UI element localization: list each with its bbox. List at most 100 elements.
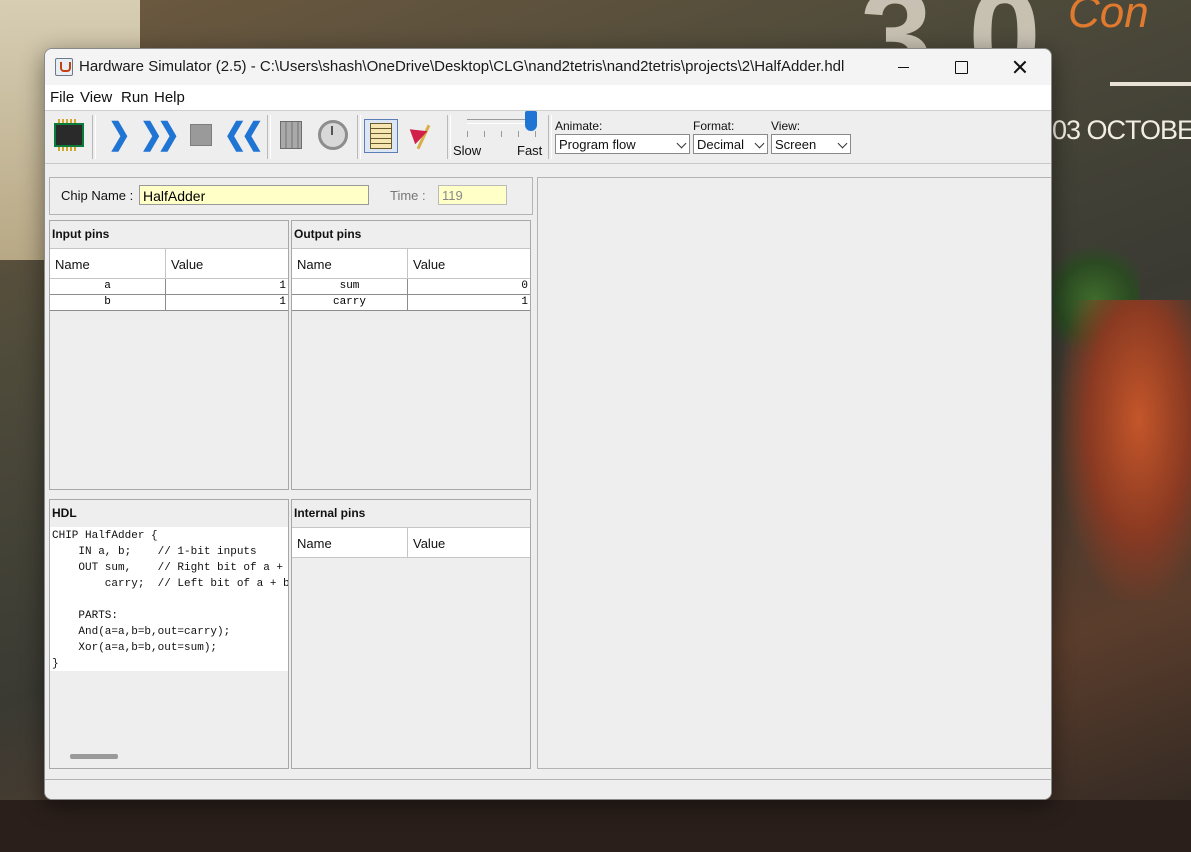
table-row[interactable]: b 1: [50, 295, 288, 311]
speed-fast-label: Fast: [517, 143, 543, 158]
output-pins-title: Output pins: [294, 227, 362, 241]
menu-bar: File View Run Help: [45, 85, 1051, 111]
hdl-horizontal-scrollbar[interactable]: [70, 754, 118, 759]
table-row[interactable]: carry 1: [292, 295, 530, 311]
maximize-button[interactable]: [941, 55, 981, 79]
internal-pins-title: Internal pins: [294, 506, 366, 520]
fast-forward-icon: ❯❯: [139, 118, 180, 151]
bg-floor: [0, 800, 1191, 852]
speed-slow-label: Slow: [453, 143, 482, 158]
table-row[interactable]: sum 0: [292, 279, 530, 295]
hdl-panel: HDL CHIP HalfAdder { IN a, b; // 1-bit i…: [49, 499, 289, 769]
pin-value[interactable]: 1: [166, 296, 286, 308]
screen-panel: [537, 177, 1051, 769]
menu-help[interactable]: Help: [154, 89, 185, 106]
java-app-icon: [55, 58, 73, 76]
toolbar: ❯ ❯❯ ❮❮ Slow Fast Animate: Program flow …: [45, 111, 1051, 164]
stop-button[interactable]: [185, 119, 217, 151]
input-pins-panel: Input pins Name Value a 1 b 1: [49, 220, 289, 490]
status-bar: [45, 779, 1051, 799]
input-pins-table: Name Value a 1 b 1: [50, 248, 288, 311]
menu-run[interactable]: Run: [121, 89, 149, 106]
run-button[interactable]: ❯❯: [139, 118, 180, 151]
view-label: View:: [771, 119, 801, 133]
chip-name-field[interactable]: HalfAdder: [139, 185, 369, 205]
menu-file[interactable]: File: [50, 89, 74, 106]
menu-view[interactable]: View: [80, 89, 112, 106]
left-area: Chip Name : HalfAdder Time : 119 Input p…: [49, 177, 533, 769]
minimize-button[interactable]: [883, 55, 923, 79]
animate-select[interactable]: Program flow: [555, 134, 690, 154]
single-step-icon: ❯: [108, 118, 131, 151]
hardware-simulator-window: Hardware Simulator (2.5) - C:\Users\shas…: [44, 48, 1052, 800]
internal-pins-col-value[interactable]: Value: [413, 536, 445, 551]
clock-button[interactable]: [317, 119, 349, 151]
bg-divider: [1110, 82, 1191, 86]
time-field: 119: [438, 185, 507, 205]
animate-select-value: Program flow: [559, 137, 636, 152]
hdl-title: HDL: [52, 506, 77, 520]
input-pins-col-name[interactable]: Name: [55, 257, 90, 272]
speed-slider-ticks: [467, 131, 537, 137]
format-select[interactable]: Decimal: [693, 134, 768, 154]
toolbar-separator: [447, 115, 451, 159]
chip-icon: [54, 119, 84, 151]
column-divider: [407, 528, 408, 557]
animate-label: Animate:: [555, 119, 603, 133]
chevron-down-icon: [676, 138, 687, 149]
bg-script-text: Con: [1068, 0, 1149, 37]
internal-pins-table: Name Value: [292, 527, 530, 558]
column-divider: [165, 249, 166, 278]
output-pins-col-value[interactable]: Value: [413, 257, 445, 272]
pin-name: b: [104, 296, 111, 308]
breakpoints-button[interactable]: [407, 119, 439, 151]
bg-guitar: [1060, 300, 1191, 600]
title-bar[interactable]: Hardware Simulator (2.5) - C:\Users\shas…: [45, 49, 1051, 85]
column-divider: [407, 249, 408, 278]
window-title: Hardware Simulator (2.5) - C:\Users\shas…: [79, 58, 845, 75]
input-pins-header: Name Value: [50, 248, 288, 279]
maximize-icon: [954, 60, 968, 74]
view-select[interactable]: Screen: [771, 134, 851, 154]
rewind-icon: ❮❮: [223, 118, 264, 151]
output-pins-panel: Output pins Name Value sum 0 carry 1: [291, 220, 531, 490]
output-pins-col-name[interactable]: Name: [297, 257, 332, 272]
internal-pins-header: Name Value: [292, 527, 530, 558]
chip-name-label: Chip Name :: [61, 188, 134, 203]
pin-value[interactable]: 1: [166, 280, 286, 292]
pin-name: sum: [339, 280, 360, 292]
script-button[interactable]: [364, 119, 398, 153]
input-pins-title: Input pins: [52, 227, 110, 241]
pin-name: carry: [332, 296, 366, 308]
table-row[interactable]: a 1: [50, 279, 288, 295]
input-pins-col-value[interactable]: Value: [171, 257, 203, 272]
load-chip-button[interactable]: [53, 119, 85, 151]
chevron-down-icon: [837, 138, 848, 149]
toolbar-separator: [267, 115, 271, 159]
calculator-icon: [280, 121, 302, 149]
bg-date-text: 03 OCTOBE: [1052, 115, 1191, 145]
clock-icon: [318, 120, 348, 150]
toolbar-separator: [92, 115, 96, 159]
close-icon: [1013, 60, 1027, 74]
close-button[interactable]: [1000, 55, 1040, 79]
view-select-value: Screen: [775, 137, 817, 152]
time-label: Time :: [390, 188, 426, 203]
stop-icon: [190, 124, 212, 146]
pin-value: 0: [521, 280, 528, 292]
hdl-code[interactable]: CHIP HalfAdder { IN a, b; // 1-bit input…: [50, 527, 288, 671]
eval-button[interactable]: [275, 119, 307, 151]
pin-name: a: [104, 280, 111, 292]
reset-button[interactable]: ❮❮: [223, 118, 264, 151]
chevron-down-icon: [754, 138, 765, 149]
output-pins-header: Name Value: [292, 248, 530, 279]
format-select-value: Decimal: [697, 137, 744, 152]
pin-value: 1: [521, 296, 528, 308]
internal-pins-col-name[interactable]: Name: [297, 536, 332, 551]
single-step-button[interactable]: ❯: [101, 119, 133, 151]
script-icon: [370, 123, 392, 149]
toolbar-separator: [357, 115, 361, 159]
speed-slider-thumb[interactable]: [525, 111, 537, 131]
toolbar-separator: [548, 115, 552, 159]
minimize-icon: [897, 66, 909, 68]
